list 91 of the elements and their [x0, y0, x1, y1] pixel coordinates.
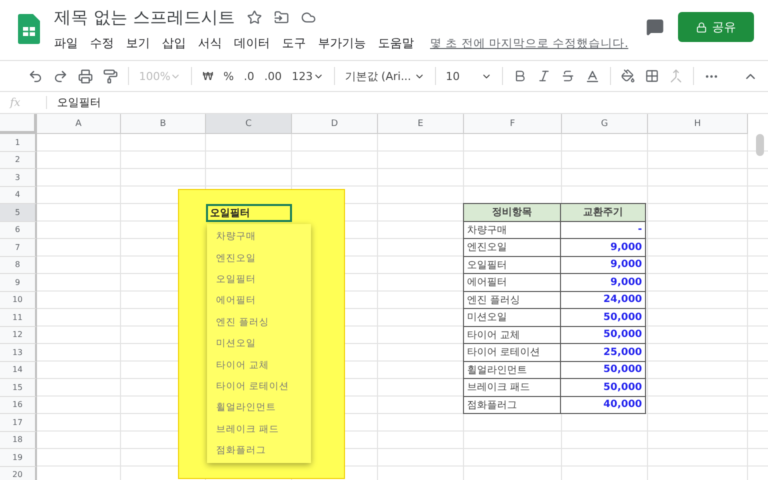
- row-header[interactable]: 17: [0, 414, 37, 432]
- row-header[interactable]: 8: [0, 256, 37, 274]
- table-cell: 9,000: [560, 238, 646, 256]
- column-header[interactable]: B: [121, 114, 206, 134]
- dropdown-option[interactable]: 차량구매: [207, 226, 311, 248]
- row-header[interactable]: 1: [0, 134, 37, 152]
- fill-color-icon[interactable]: [620, 69, 635, 83]
- currency-button[interactable]: ₩: [202, 70, 214, 82]
- row-header[interactable]: 3: [0, 169, 37, 186]
- borders-icon[interactable]: [644, 69, 659, 83]
- row-header[interactable]: 4: [0, 186, 37, 204]
- menu-item[interactable]: 도움말: [378, 35, 414, 52]
- row-header[interactable]: 10: [0, 292, 37, 309]
- menu-item[interactable]: 부가기능: [318, 35, 366, 52]
- dropdown-option[interactable]: 휠얼라인먼트: [207, 397, 311, 419]
- font-size-select[interactable]: 10: [446, 70, 492, 82]
- dropdown-option[interactable]: 브레이크 패드: [207, 418, 311, 440]
- menu-item[interactable]: 수정: [90, 35, 114, 52]
- row-header[interactable]: 7: [0, 239, 37, 256]
- dropdown-option[interactable]: 타이어 로테이션: [207, 376, 311, 398]
- menu-item[interactable]: 서식: [198, 35, 222, 52]
- row-header[interactable]: 5: [0, 204, 37, 222]
- font-select[interactable]: 기본값 (Ari...: [344, 68, 425, 84]
- cloud-icon[interactable]: [300, 10, 316, 25]
- row-header[interactable]: 20: [0, 466, 37, 480]
- table-cell: 9,000: [560, 273, 646, 292]
- column-header[interactable]: C: [206, 114, 292, 134]
- column-header[interactable]: G: [562, 114, 648, 134]
- row-header[interactable]: 13: [0, 344, 37, 362]
- dropdown-option[interactable]: 미션오일: [207, 332, 311, 354]
- row-header[interactable]: 15: [0, 379, 37, 396]
- row-header[interactable]: 16: [0, 396, 37, 414]
- percent-button[interactable]: %: [223, 70, 234, 82]
- undo-icon[interactable]: [28, 68, 43, 84]
- table-cell: 50,000: [560, 308, 646, 326]
- active-cell[interactable]: 오일필터: [206, 204, 292, 222]
- row-header[interactable]: 6: [0, 222, 37, 239]
- star-icon[interactable]: [246, 10, 262, 25]
- table-cell: 브레이크 패드: [463, 378, 561, 396]
- table-cell: 에어필터: [463, 273, 561, 292]
- menu-item[interactable]: 삽입: [162, 35, 186, 52]
- text-color-icon[interactable]: [584, 68, 600, 84]
- strikethrough-icon[interactable]: [560, 69, 575, 83]
- print-icon[interactable]: [78, 68, 93, 84]
- header-cell: 정비항목: [463, 203, 561, 222]
- formula-input[interactable]: 오일필터: [47, 95, 101, 110]
- header-cell: 교환주기: [560, 203, 646, 222]
- format-select[interactable]: 123: [292, 70, 324, 82]
- column-header[interactable]: E: [378, 114, 464, 134]
- comment-icon[interactable]: [646, 18, 664, 36]
- table-cell: 타이어 로테이션: [463, 343, 561, 362]
- menu-item[interactable]: 파일: [54, 35, 78, 52]
- column-header[interactable]: H: [648, 114, 748, 134]
- menu-item[interactable]: 데이터: [234, 35, 270, 52]
- dropdown-option[interactable]: 엔진오일: [207, 247, 311, 269]
- share-button[interactable]: 공유: [678, 12, 754, 42]
- table-cell: 25,000: [560, 343, 646, 362]
- row-header[interactable]: 9: [0, 274, 37, 292]
- row-header[interactable]: 12: [0, 326, 37, 344]
- decimal-decrease-button[interactable]: .0: [244, 70, 254, 82]
- row-header[interactable]: 18: [0, 432, 37, 449]
- row-header[interactable]: 14: [0, 362, 37, 379]
- row-header[interactable]: 2: [0, 152, 37, 169]
- row-header[interactable]: 19: [0, 449, 37, 466]
- last-edit-link[interactable]: 몇 초 전에 마지막으로 수정했습니다.: [430, 36, 628, 51]
- table-cell: 점화플러그: [463, 396, 561, 414]
- redo-icon[interactable]: [53, 68, 68, 84]
- italic-icon[interactable]: [536, 69, 551, 83]
- document-title[interactable]: 제목 없는 스프레드시트: [54, 6, 235, 29]
- decimal-increase-button[interactable]: .00: [264, 70, 282, 82]
- menu-item[interactable]: 보기: [126, 35, 150, 52]
- dropdown-option[interactable]: 엔진 플러싱: [207, 312, 311, 333]
- folder-icon[interactable]: [274, 10, 289, 25]
- menu-item[interactable]: 도구: [282, 35, 306, 52]
- table-cell: 40,000: [560, 396, 646, 414]
- scrollbar-thumb[interactable]: [756, 134, 764, 156]
- table-cell: 엔진오일: [463, 238, 561, 256]
- table-cell: 50,000: [560, 378, 646, 396]
- formula-label: fx: [0, 96, 47, 109]
- dropdown-option[interactable]: 타이어 교체: [207, 354, 311, 376]
- lock-icon: [696, 22, 707, 32]
- row-header[interactable]: 11: [0, 309, 37, 326]
- dropdown-option[interactable]: 오일필터: [207, 268, 311, 290]
- paint-format-icon[interactable]: [103, 68, 118, 84]
- spreadsheet-logo-icon[interactable]: [18, 14, 40, 44]
- column-header[interactable]: D: [292, 114, 378, 134]
- dropdown-option[interactable]: 에어필터: [207, 290, 311, 312]
- table-cell: 미션오일: [463, 308, 561, 326]
- column-header[interactable]: A: [37, 114, 121, 134]
- column-header[interactable]: F: [464, 114, 562, 134]
- dropdown-option[interactable]: 점화플러그: [207, 440, 311, 462]
